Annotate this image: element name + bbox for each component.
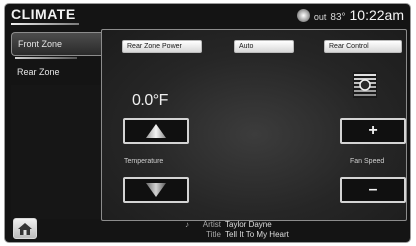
outside-temp: 83° [330, 12, 346, 23]
temperature-up-button[interactable] [123, 118, 189, 144]
climate-panel: Rear Zone Power Auto Rear Control 0.0°F … [101, 29, 407, 221]
rear-zone-power-button[interactable]: Rear Zone Power [122, 40, 202, 53]
auto-label: Auto [239, 43, 254, 50]
minus-label: – [368, 181, 378, 198]
rear-zone-power-label: Rear Zone Power [127, 43, 182, 50]
rear-control-button[interactable]: Rear Control [324, 40, 402, 53]
title-value: Tell It To My Heart [225, 230, 289, 239]
plus-label: + [368, 122, 378, 139]
music-icon: ♪ [185, 220, 189, 229]
fan-speed-label: Fan Speed [350, 158, 385, 165]
now-playing: ♪ Artist Taylor Dayne Title Tell It To M… [185, 220, 289, 240]
down-arrow-icon [146, 183, 166, 197]
home-button[interactable] [13, 218, 37, 239]
now-playing-title-row: Title Tell It To My Heart [185, 230, 289, 240]
tab-rear-zone[interactable]: Rear Zone [11, 60, 101, 84]
temperature-down-button[interactable] [123, 177, 189, 203]
tab-front-zone[interactable]: Front Zone [11, 32, 101, 56]
home-icon [18, 222, 32, 235]
fan-speed-decrease-button[interactable]: – [340, 177, 406, 203]
fan-speed-increase-button[interactable]: + [340, 118, 406, 144]
tab-divider [15, 57, 77, 59]
rear-control-label: Rear Control [329, 43, 369, 50]
status-bar: out 83° 10:22am [296, 7, 404, 23]
artist-key: Artist [202, 220, 221, 229]
temperature-label: Temperature [124, 158, 164, 165]
now-playing-artist-row: ♪ Artist Taylor Dayne [185, 220, 289, 230]
outside-label: out [313, 12, 327, 22]
title-underline [11, 23, 79, 25]
title-key: Title [206, 230, 221, 239]
artist-value: Taylor Dayne [225, 220, 272, 229]
clock: 10:22am [349, 7, 404, 23]
screen-title: CLIMATE [11, 6, 76, 22]
compass-icon [296, 8, 310, 22]
up-arrow-icon [146, 124, 166, 138]
tab-rear-zone-label: Rear Zone [17, 67, 60, 77]
tab-front-zone-label: Front Zone [18, 39, 63, 49]
side-strip [11, 85, 101, 219]
temperature-readout: 0.0°F [132, 92, 168, 109]
auto-button[interactable]: Auto [234, 40, 294, 53]
fan-speed-icon [353, 72, 377, 98]
climate-screen: CLIMATE out 83° 10:22am Front Zone Rear … [4, 3, 411, 243]
